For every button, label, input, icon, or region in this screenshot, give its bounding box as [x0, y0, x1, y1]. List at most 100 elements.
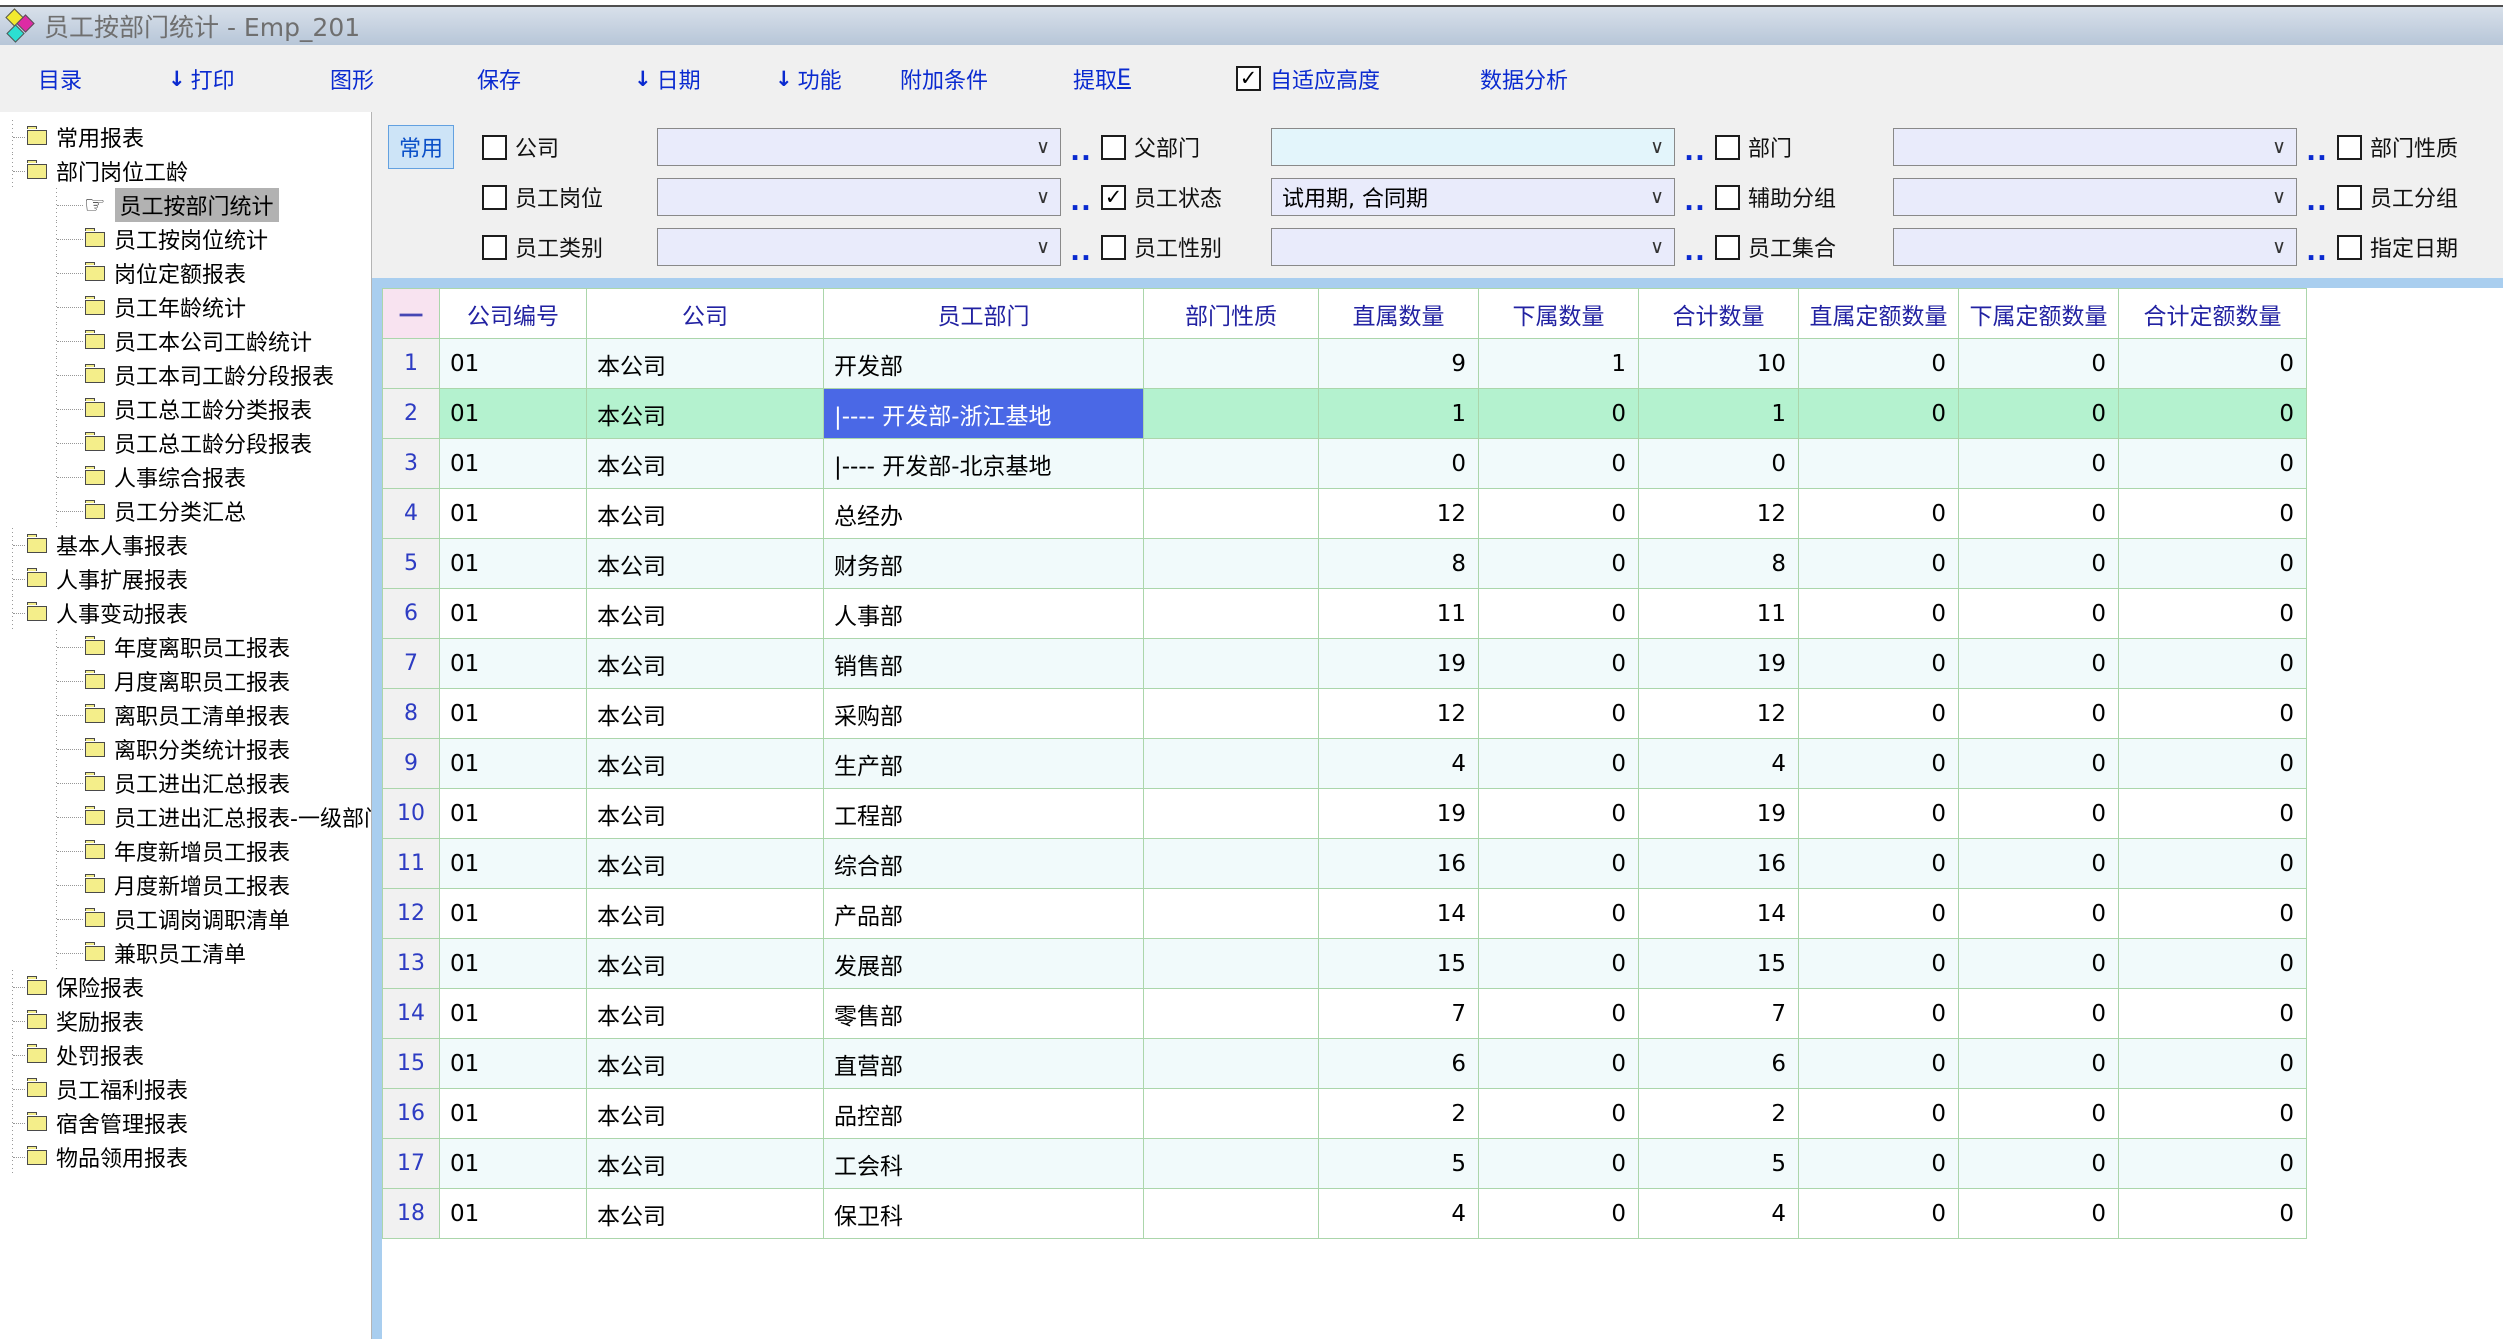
tree-item-26[interactable]: 保险报表: [0, 970, 371, 1004]
select-all-corner-cell[interactable]: 一: [383, 289, 440, 339]
cell-value-2[interactable]: 0: [1479, 389, 1639, 439]
tree-item-9[interactable]: 员工总工龄分类报表: [0, 392, 371, 426]
cell-department[interactable]: 财务部: [824, 539, 1144, 589]
cell-value-5[interactable]: 0: [1959, 639, 2119, 689]
cell-company[interactable]: 本公司: [587, 689, 824, 739]
row-number-cell[interactable]: 15: [383, 1039, 440, 1089]
browse-dots-button[interactable]: ..: [1675, 227, 1715, 267]
cell-value-3[interactable]: 14: [1639, 889, 1799, 939]
cell-value-1[interactable]: 19: [1319, 639, 1479, 689]
cell-value-5[interactable]: 0: [1959, 839, 2119, 889]
tree-item-15[interactable]: 人事变动报表: [0, 596, 371, 630]
cell-value-1[interactable]: 2: [1319, 1089, 1479, 1139]
cell-dept-nature[interactable]: [1144, 1039, 1319, 1089]
cell-dept-nature[interactable]: [1144, 539, 1319, 589]
menu-toggle-adaptive-height[interactable]: ✓自适应高度: [1236, 63, 1380, 95]
filter-dropdown-r2c1[interactable]: ∨: [657, 178, 1061, 216]
cell-value-3[interactable]: 11: [1639, 589, 1799, 639]
cell-value-3[interactable]: 8: [1639, 539, 1799, 589]
tree-item-25[interactable]: 兼职员工清单: [0, 936, 371, 970]
cell-company-code[interactable]: 01: [440, 1089, 587, 1139]
cell-value-1[interactable]: 0: [1319, 439, 1479, 489]
row-number-cell[interactable]: 7: [383, 639, 440, 689]
filter-checkbox-r3c1[interactable]: [482, 235, 507, 260]
cell-value-4[interactable]: 0: [1799, 989, 1959, 1039]
menu-item-8[interactable]: 提取E: [1073, 63, 1131, 95]
browse-dots-button[interactable]: ..: [1061, 177, 1101, 217]
cell-department[interactable]: 销售部: [824, 639, 1144, 689]
tree-item-22[interactable]: 年度新增员工报表: [0, 834, 371, 868]
cell-company[interactable]: 本公司: [587, 589, 824, 639]
cell-company-code[interactable]: 01: [440, 639, 587, 689]
cell-value-1[interactable]: 16: [1319, 839, 1479, 889]
cell-company-code[interactable]: 01: [440, 789, 587, 839]
tree-item-31[interactable]: 物品领用报表: [0, 1140, 371, 1174]
cell-value-4[interactable]: 0: [1799, 739, 1959, 789]
common-filters-button[interactable]: 常用: [388, 125, 454, 169]
cell-value-6[interactable]: 0: [2119, 339, 2307, 389]
tree-item-18[interactable]: 离职员工清单报表: [0, 698, 371, 732]
cell-department[interactable]: 采购部: [824, 689, 1144, 739]
browse-dots-button[interactable]: ..: [1061, 127, 1101, 167]
cell-company-code[interactable]: 01: [440, 389, 587, 439]
cell-value-4[interactable]: 0: [1799, 389, 1959, 439]
cell-value-2[interactable]: 0: [1479, 939, 1639, 989]
cell-company-code[interactable]: 01: [440, 339, 587, 389]
cell-company-code[interactable]: 01: [440, 489, 587, 539]
row-number-cell[interactable]: 18: [383, 1189, 440, 1239]
cell-dept-nature[interactable]: [1144, 489, 1319, 539]
cell-company-code[interactable]: 01: [440, 439, 587, 489]
cell-value-5[interactable]: 0: [1959, 739, 2119, 789]
cell-value-6[interactable]: 0: [2119, 889, 2307, 939]
cell-value-4[interactable]: 0: [1799, 939, 1959, 989]
cell-value-3[interactable]: 15: [1639, 939, 1799, 989]
cell-value-1[interactable]: 8: [1319, 539, 1479, 589]
cell-company-code[interactable]: 01: [440, 939, 587, 989]
row-number-cell[interactable]: 11: [383, 839, 440, 889]
browse-dots-button[interactable]: ..: [2297, 127, 2337, 167]
cell-department[interactable]: 综合部: [824, 839, 1144, 889]
tree-item-5[interactable]: 岗位定额报表: [0, 256, 371, 290]
filter-checkbox-r2c2[interactable]: ✓: [1101, 185, 1126, 210]
row-number-cell[interactable]: 13: [383, 939, 440, 989]
filter-checkbox-r1c4[interactable]: [2337, 135, 2362, 160]
cell-value-2[interactable]: 1: [1479, 339, 1639, 389]
cell-value-6[interactable]: 0: [2119, 1089, 2307, 1139]
cell-value-1[interactable]: 5: [1319, 1139, 1479, 1189]
cell-value-6[interactable]: 0: [2119, 489, 2307, 539]
tree-item-12[interactable]: 员工分类汇总: [0, 494, 371, 528]
cell-department[interactable]: 品控部: [824, 1089, 1144, 1139]
tree-item-29[interactable]: 员工福利报表: [0, 1072, 371, 1106]
cell-dept-nature[interactable]: [1144, 989, 1319, 1039]
filter-checkbox-r2c4[interactable]: [2337, 185, 2362, 210]
menu-item-2[interactable]: ↓打印: [168, 63, 235, 95]
cell-department[interactable]: 保卫科: [824, 1189, 1144, 1239]
cell-dept-nature[interactable]: [1144, 1139, 1319, 1189]
row-number-cell[interactable]: 1: [383, 339, 440, 389]
tree-item-21[interactable]: 员工进出汇总报表-一级部门: [0, 800, 371, 834]
cell-company[interactable]: 本公司: [587, 1089, 824, 1139]
cell-company[interactable]: 本公司: [587, 739, 824, 789]
cell-value-5[interactable]: 0: [1959, 489, 2119, 539]
cell-dept-nature[interactable]: [1144, 839, 1319, 889]
cell-value-1[interactable]: 6: [1319, 1039, 1479, 1089]
row-number-cell[interactable]: 8: [383, 689, 440, 739]
filter-dropdown-r2c3[interactable]: ∨: [1893, 178, 2297, 216]
cell-department[interactable]: |---- 开发部-北京基地: [824, 439, 1144, 489]
cell-company-code[interactable]: 01: [440, 689, 587, 739]
cell-value-2[interactable]: 0: [1479, 1139, 1639, 1189]
cell-value-2[interactable]: 0: [1479, 589, 1639, 639]
filter-checkbox-r1c1[interactable]: [482, 135, 507, 160]
cell-value-5[interactable]: 0: [1959, 1089, 2119, 1139]
cell-company[interactable]: 本公司: [587, 1039, 824, 1089]
menu-item-1[interactable]: 目录: [38, 63, 82, 95]
row-number-cell[interactable]: 9: [383, 739, 440, 789]
cell-value-5[interactable]: 0: [1959, 989, 2119, 1039]
cell-company[interactable]: 本公司: [587, 439, 824, 489]
cell-value-6[interactable]: 0: [2119, 1189, 2307, 1239]
row-number-cell[interactable]: 17: [383, 1139, 440, 1189]
filter-dropdown-r1c1[interactable]: ∨: [657, 128, 1061, 166]
cell-value-5[interactable]: 0: [1959, 339, 2119, 389]
cell-department[interactable]: 总经办: [824, 489, 1144, 539]
cell-company-code[interactable]: 01: [440, 589, 587, 639]
